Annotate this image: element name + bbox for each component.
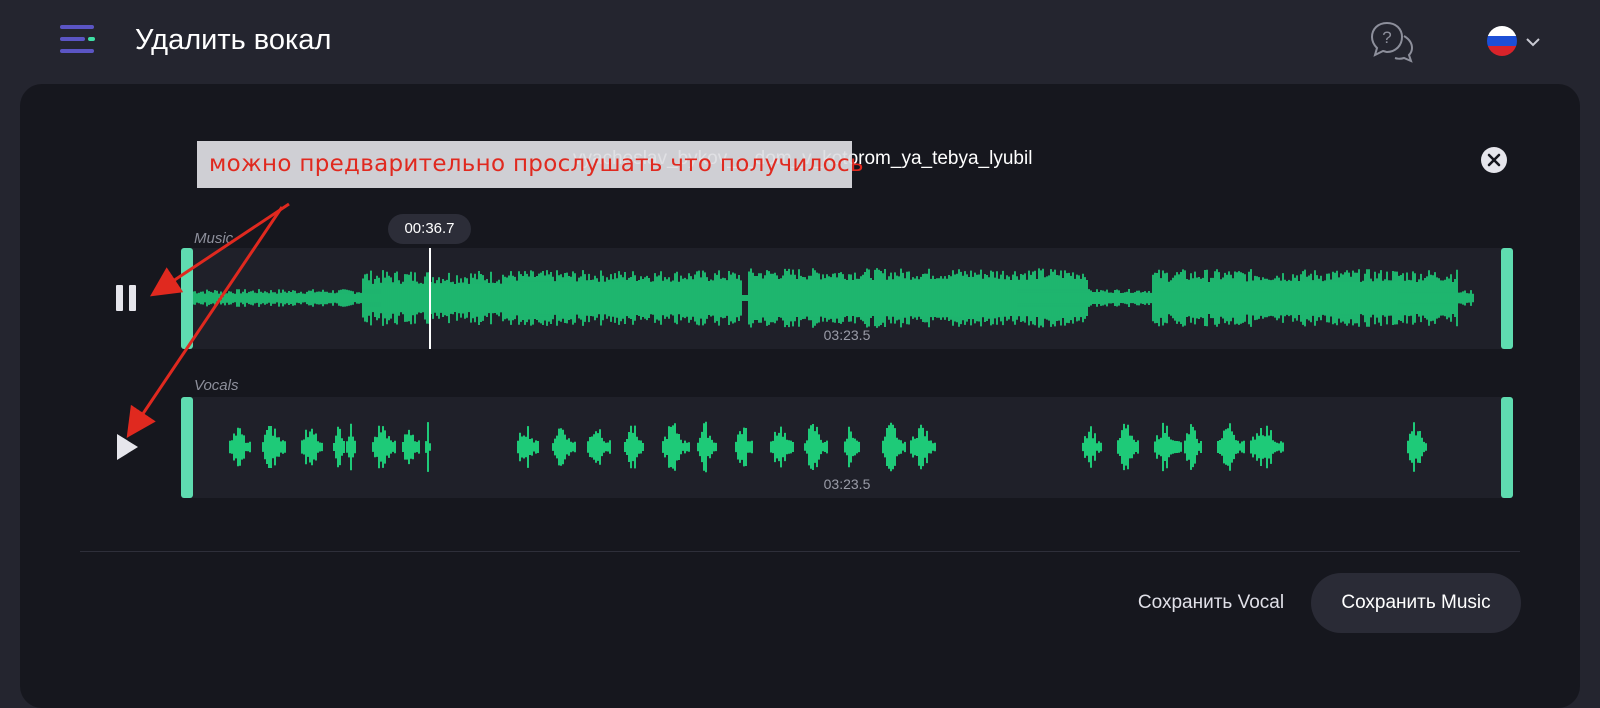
language-selector[interactable] xyxy=(1483,24,1543,58)
russian-flag-icon xyxy=(1487,26,1517,56)
music-waveform-path xyxy=(193,268,1474,328)
chevron-down-icon xyxy=(1526,38,1540,47)
vocals-play-button[interactable] xyxy=(112,430,142,464)
close-file-button[interactable] xyxy=(1481,147,1507,173)
svg-text:?: ? xyxy=(1382,28,1391,47)
playhead[interactable] xyxy=(429,248,431,349)
save-music-button[interactable]: Сохранить Music xyxy=(1311,573,1521,633)
menu-icon xyxy=(60,25,95,53)
music-pause-button[interactable] xyxy=(112,281,142,315)
pause-icon xyxy=(116,285,136,311)
annotation-text: можно предварительно прослушать что полу… xyxy=(209,151,864,177)
app-header: Удалить вокал ? xyxy=(0,0,1600,84)
vocals-track[interactable]: 03:23.5 xyxy=(181,397,1513,498)
play-icon xyxy=(117,434,138,460)
page-title: Удалить вокал xyxy=(135,24,332,56)
vocals-track-label: Vocals xyxy=(194,377,239,394)
menu-button[interactable] xyxy=(58,22,98,58)
divider xyxy=(80,551,1520,552)
help-button[interactable]: ? xyxy=(1370,20,1414,64)
current-time-badge: 00:36.7 xyxy=(388,214,471,244)
music-track-label: Music xyxy=(194,230,234,247)
close-icon xyxy=(1487,153,1501,167)
vocals-waveform-path xyxy=(229,421,1427,473)
music-duration: 03:23.5 xyxy=(823,327,871,343)
vocals-duration: 03:23.5 xyxy=(823,476,871,492)
save-vocal-button[interactable]: Сохранить Vocal xyxy=(1111,573,1311,633)
annotation-callout: можно предварительно прослушать что полу… xyxy=(197,141,864,188)
help-chat-icon: ? xyxy=(1370,21,1414,63)
music-track[interactable]: 03:23.5 xyxy=(181,248,1513,349)
